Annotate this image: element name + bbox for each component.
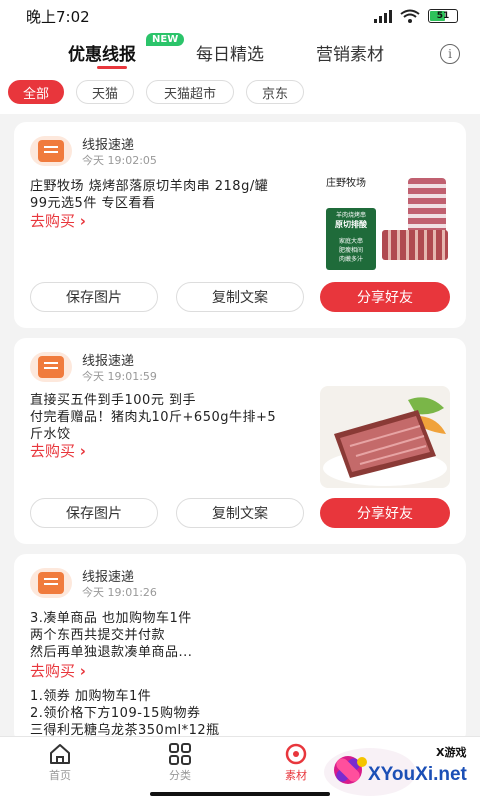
source-name: 线报速递 (82, 354, 135, 369)
deal-line: 两个东西共提交并付款 (30, 628, 166, 643)
product-label-title: 原切排酸 (335, 220, 367, 229)
save-image-button[interactable]: 保存图片 (30, 498, 158, 528)
source-logo (30, 352, 72, 382)
source-logo (30, 568, 72, 598)
deal-line: 庄野牧场 烧烤部落原切羊肉串 218g/罐 (30, 179, 269, 194)
product-label-line: 家庭大串 (338, 238, 363, 245)
source-name: 线报速递 (82, 570, 135, 585)
status-time: 晚上7:02 (26, 7, 90, 26)
post-time: 今天 19:01:59 (82, 370, 157, 383)
deal-description: 庄野牧场 烧烤部落原切羊肉串 218g/罐 99元选5件 专区看看 (30, 178, 268, 212)
steak-illustration (320, 386, 450, 488)
deal-steps: 1.领券 加购物车1件 2.领价格下方109-15购物券 三得利无糖乌龙茶350… (30, 688, 220, 739)
tab-marketing-materials[interactable]: 营销素材 (316, 40, 384, 65)
top-tab-bar: 优惠线报 NEW 每日精选 营销素材 i (0, 32, 480, 74)
deal-card: 线报速递 今天 19:02:05 庄野牧场 烧烤部落原切羊肉串 218g/罐 9… (14, 122, 466, 328)
signal-icon (374, 9, 392, 23)
status-icons: 51 (374, 9, 458, 23)
deal-line: 然后再单独退款凑单商品... (30, 645, 193, 660)
product-image (320, 386, 450, 488)
buy-link[interactable]: 去购买 › (30, 210, 86, 231)
buy-link[interactable]: 去购买 › (30, 660, 86, 681)
active-tab-indicator (97, 66, 127, 69)
site-watermark: X游戏 XYouXi.net (318, 740, 480, 800)
buy-link[interactable]: 去购买 › (30, 440, 86, 461)
battery-icon: 51 (428, 9, 458, 23)
nav-home-label: 首页 (49, 769, 71, 782)
watermark-tag: X游戏 (436, 746, 467, 759)
post-time: 今天 19:01:26 (82, 586, 157, 599)
product-image: 庄野牧场 羊肉烧烤串 原切排酸 家庭大串 肥瘦相间 肉嫩多汁 (322, 172, 452, 272)
product-brand-text: 庄野牧场 (326, 178, 366, 189)
product-label-line: 肥瘦相间 (338, 247, 363, 254)
deal-line: 2.领价格下方109-15购物券 (30, 706, 201, 721)
battery-level: 51 (436, 11, 450, 21)
nav-materials[interactable]: 素材 (266, 743, 326, 783)
nav-home[interactable]: 首页 (30, 743, 90, 783)
share-button[interactable]: 分享好友 (320, 498, 450, 528)
deal-line: 1.领券 加购物车1件 (30, 689, 152, 704)
deal-card: 线报速递 今天 19:01:59 直接买五件到手100元 到手 付完看赠品！猪肉… (14, 338, 466, 544)
save-image-button[interactable]: 保存图片 (30, 282, 158, 312)
home-icon (50, 744, 70, 764)
product-label-line: 羊肉烧烤串 (335, 212, 366, 219)
deal-description: 直接买五件到手100元 到手 付完看赠品！猪肉丸10斤+650g牛排+5 斤水饺 (30, 392, 276, 443)
home-indicator (150, 792, 330, 796)
deal-description: 3.凑单商品 也加购物车1件 两个东西共提交并付款 然后再单独退款凑单商品... (30, 610, 192, 661)
nav-category-label: 分类 (169, 769, 191, 782)
deal-line: 付完看赠品！猪肉丸10斤+650g牛排+5 (30, 410, 277, 425)
grid-icon (169, 743, 191, 765)
tab-daily-picks[interactable]: 每日精选 (196, 40, 264, 65)
product-label-line: 肉嫩多汁 (338, 256, 363, 263)
deal-card: 线报速递 今天 19:01:26 3.凑单商品 也加购物车1件 两个东西共提交并… (14, 554, 466, 744)
source-logo (30, 136, 72, 166)
filter-tmall[interactable]: 天猫 (76, 80, 134, 104)
post-time: 今天 19:02:05 (82, 154, 157, 167)
copy-text-button[interactable]: 复制文案 (176, 282, 304, 312)
info-icon[interactable]: i (440, 44, 460, 64)
nav-materials-label: 素材 (285, 769, 307, 782)
share-button[interactable]: 分享好友 (320, 282, 450, 312)
new-badge: NEW (146, 33, 185, 46)
tab-deals[interactable]: 优惠线报 (68, 40, 136, 65)
product-label-panel: 羊肉烧烤串 原切排酸 家庭大串 肥瘦相间 肉嫩多汁 (326, 208, 376, 270)
deal-line: 3.凑单商品 也加购物车1件 (30, 611, 192, 626)
watermark-site: XYouXi.net (368, 764, 467, 785)
source-name: 线报速递 (82, 138, 135, 153)
wifi-icon (400, 9, 420, 23)
status-bar: 晚上7:02 51 (0, 0, 480, 32)
filter-tmall-supermarket[interactable]: 天猫超市 (146, 80, 234, 104)
nav-category[interactable]: 分类 (150, 743, 210, 783)
materials-icon (285, 743, 307, 765)
filter-jd[interactable]: 京东 (246, 80, 304, 104)
filter-bar: 全部 天猫 天猫超市 京东 (0, 74, 480, 114)
filter-all[interactable]: 全部 (8, 80, 64, 104)
product-skewers (382, 230, 448, 260)
deal-line: 直接买五件到手100元 到手 (30, 393, 196, 408)
copy-text-button[interactable]: 复制文案 (176, 498, 304, 528)
